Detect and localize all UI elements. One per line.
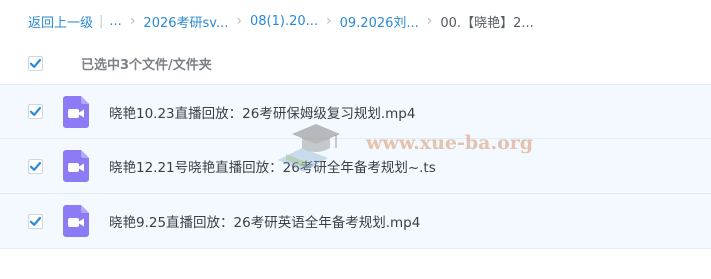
select-all-checkbox[interactable] (28, 55, 43, 71)
checkmark-icon (29, 216, 42, 226)
breadcrumb: 返回上一级 | ... › 2026考研sv... › 08(1).20... … (0, 0, 711, 42)
checkmark-icon (29, 161, 42, 171)
breadcrumb-separator: | (99, 13, 104, 29)
breadcrumb-ellipsis[interactable]: ... (109, 14, 121, 29)
selection-count-label: 已选中3个文件/文件夹 (81, 57, 212, 73)
video-file-icon (63, 205, 89, 237)
video-file-icon (63, 150, 89, 182)
file-checkbox[interactable] (28, 213, 43, 229)
breadcrumb-item[interactable]: 08(1).20... (250, 14, 318, 29)
selection-header: 已选中3个文件/文件夹 (0, 44, 711, 82)
file-name[interactable]: 晓艳10.23直播回放：26考研保姆级复习规划.mp4 (109, 102, 415, 122)
breadcrumb-item[interactable]: 09.2026刘... (340, 12, 419, 31)
file-row[interactable]: 晓艳9.25直播回放：26考研英语全年备考规划.mp4 (0, 194, 711, 249)
checkmark-icon (29, 106, 42, 116)
file-checkbox[interactable] (28, 104, 43, 119)
file-name[interactable]: 晓艳12.21号晓艳直播回放：26考研全年备考规划~.ts (109, 156, 436, 176)
file-checkbox[interactable] (28, 158, 43, 174)
file-row[interactable]: 晓艳10.23直播回放：26考研保姆级复习规划.mp4 (0, 84, 711, 139)
back-link[interactable]: 返回上一级 (28, 12, 93, 31)
file-list: 晓艳10.23直播回放：26考研保姆级复习规划.mp4 晓艳12.21号晓艳直播… (0, 84, 711, 249)
file-name[interactable]: 晓艳9.25直播回放：26考研英语全年备考规划.mp4 (109, 211, 420, 231)
breadcrumb-arrow: › (236, 13, 242, 29)
file-row[interactable]: 晓艳12.21号晓艳直播回放：26考研全年备考规划~.ts (0, 139, 711, 194)
video-file-icon (63, 95, 89, 128)
breadcrumb-current: 00.【晓艳】2... (440, 15, 534, 31)
breadcrumb-item[interactable]: 2026考研sv... (143, 12, 228, 31)
breadcrumb-arrow: › (426, 13, 433, 29)
breadcrumb-arrow: › (326, 13, 332, 29)
breadcrumb-arrow: › (129, 13, 136, 29)
checkmark-icon (29, 58, 42, 68)
